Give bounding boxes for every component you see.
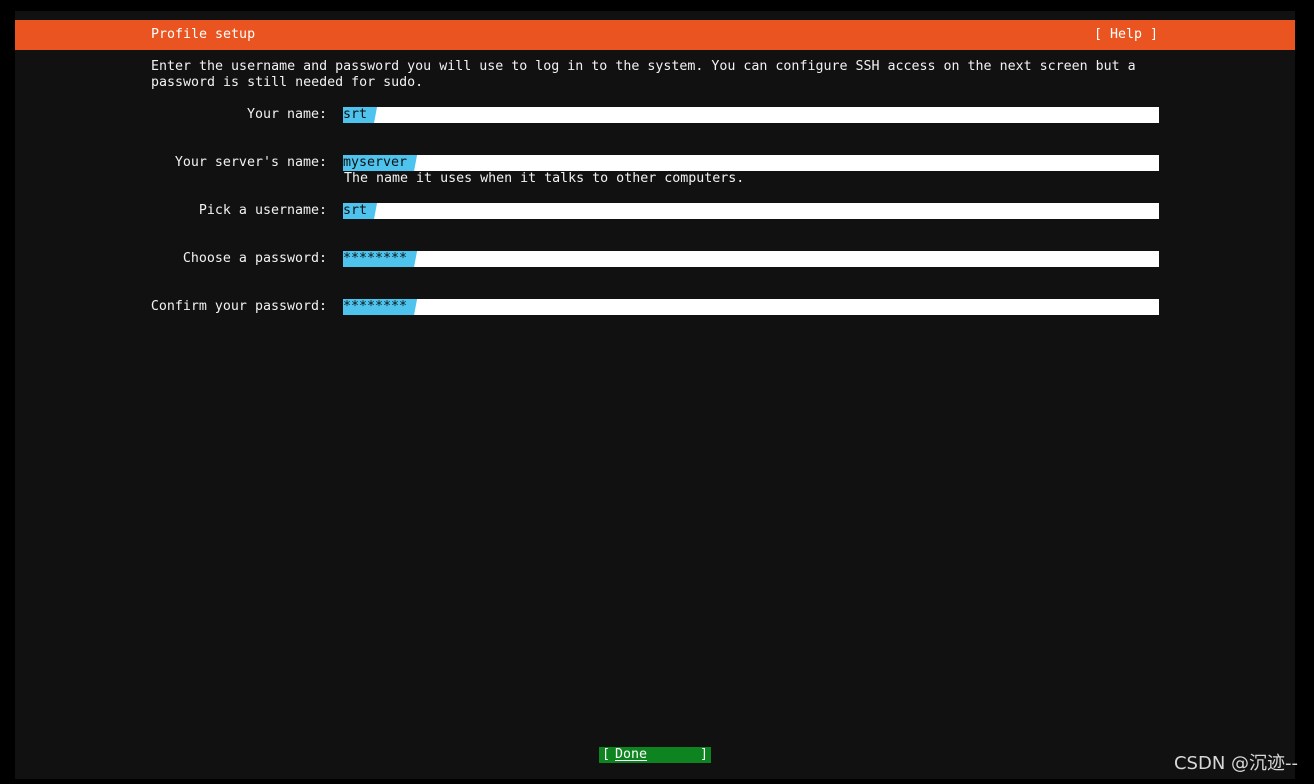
- server-name-input[interactable]: myserver: [343, 155, 1159, 171]
- server-name-value: myserver: [343, 155, 417, 171]
- watermark: CSDN @沉迹--: [1173, 753, 1298, 774]
- username-input[interactable]: srt: [343, 203, 1159, 219]
- header-bar: Profile setup [ Help ]: [15, 20, 1295, 50]
- intro-text: Enter the username and password you will…: [151, 59, 1144, 90]
- help-button[interactable]: [ Help ]: [1094, 27, 1158, 42]
- password-value: ********: [343, 251, 417, 267]
- done-close-bracket: ]: [699, 747, 708, 762]
- done-open-bracket: [: [602, 747, 611, 762]
- page-title: Profile setup: [151, 27, 256, 42]
- username-label: Pick a username:: [198, 203, 327, 218]
- confirm-password-label: Confirm your password:: [150, 299, 327, 314]
- installer-screen: Profile setup [ Help ] Enter the usernam…: [15, 11, 1295, 779]
- server-name-hint: The name it uses when it talks to other …: [344, 171, 745, 186]
- password-label: Choose a password:: [182, 251, 327, 266]
- confirm-password-value: ********: [343, 299, 417, 315]
- username-value: srt: [343, 203, 377, 219]
- server-name-label: Your server's name:: [174, 155, 327, 170]
- password-input[interactable]: ********: [343, 251, 1159, 267]
- done-label: Done: [615, 747, 648, 762]
- done-button[interactable]: [ Done ]: [599, 747, 711, 763]
- your-name-input[interactable]: srt: [343, 107, 1159, 123]
- confirm-password-input[interactable]: ********: [343, 299, 1159, 315]
- your-name-label: Your name:: [246, 107, 327, 122]
- your-name-value: srt: [343, 107, 377, 123]
